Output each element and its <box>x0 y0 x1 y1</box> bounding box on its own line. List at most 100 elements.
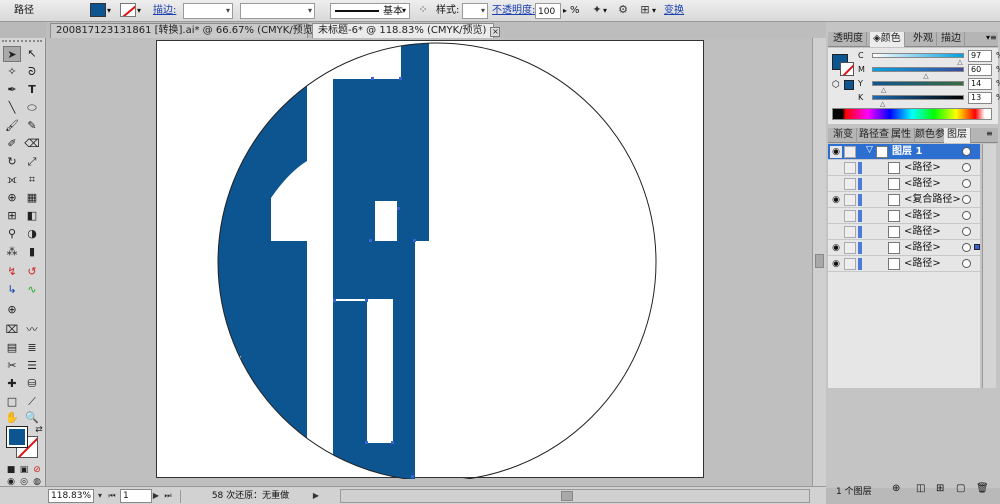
line-tool-icon[interactable]: ╲ <box>3 100 21 116</box>
horizontal-scrollbar[interactable] <box>340 489 810 503</box>
blend-tool-icon[interactable]: ◑ <box>23 226 41 242</box>
brush-profile-box[interactable]: 基本 <box>330 3 410 19</box>
a-left-stem-path[interactable] <box>241 41 271 479</box>
lock-toggle[interactable] <box>844 226 856 238</box>
clipping-mask-icon[interactable]: ◫ <box>916 483 925 494</box>
stroke-none-swatch[interactable] <box>120 3 136 17</box>
tab-layers[interactable]: 图层 <box>944 128 971 143</box>
list-tool-icon[interactable]: ☰ <box>23 358 41 374</box>
close-icon[interactable]: × <box>490 27 501 37</box>
target-icon[interactable] <box>962 259 971 268</box>
crosshair-tool-icon[interactable]: ⊕ <box>3 302 21 318</box>
layers-scrollbar[interactable] <box>982 144 996 388</box>
eyedropper-tool-icon[interactable]: ⚲ <box>3 226 21 242</box>
eye-icon[interactable]: ◉ <box>830 146 842 158</box>
mesh-tool-icon[interactable]: ⊞ <box>3 208 21 224</box>
s-path[interactable] <box>333 41 429 479</box>
target-icon[interactable] <box>962 227 971 236</box>
opacity-dropdown-arrow-icon[interactable]: ▸ <box>563 3 567 19</box>
sublayer-row[interactable]: ◉ <复合路径> <box>828 192 980 208</box>
rotate-tool-icon[interactable]: ↻ <box>3 154 21 170</box>
magic-wand-tool-icon[interactable]: ✧ <box>3 64 21 80</box>
brush-dropdown-arrow-icon[interactable]: ▾ <box>402 3 406 19</box>
status-menu-arrow-icon[interactable]: ▶ <box>310 489 322 503</box>
blob-brush-tool-icon[interactable]: ✐ <box>3 136 21 152</box>
selection-indicator[interactable] <box>974 244 980 250</box>
measure-tool-icon[interactable]: ✚ <box>3 376 21 392</box>
eye-icon[interactable] <box>830 178 842 190</box>
color-spectrum-bar[interactable] <box>832 108 992 120</box>
eye-icon[interactable] <box>830 162 842 174</box>
horizontal-scroll-thumb[interactable] <box>561 491 573 501</box>
lock-toggle[interactable] <box>844 242 856 254</box>
slider-thumb-icon[interactable]: △ <box>923 73 928 80</box>
type-tool-icon[interactable]: T <box>23 82 41 98</box>
recolor-dropdown-arrow-icon[interactable]: ▾ <box>603 3 607 19</box>
black-slider[interactable] <box>872 95 964 100</box>
cyan-slider[interactable] <box>872 53 964 58</box>
style-dropdown[interactable] <box>462 3 488 19</box>
lock-toggle[interactable] <box>844 146 856 158</box>
sublayer-name[interactable]: <路径> <box>904 177 941 191</box>
stroke-dropdown-arrow-icon[interactable]: ▾ <box>137 3 141 19</box>
artboard[interactable] <box>156 40 705 479</box>
next-artboard-icon[interactable]: ▶ <box>150 489 162 503</box>
paint-bucket-tool-icon[interactable]: ⛁ <box>23 376 41 392</box>
tab-attributes[interactable]: 属性 <box>888 128 915 143</box>
tab-transparency[interactable]: 透明度 <box>830 32 867 47</box>
lock-toggle[interactable] <box>844 178 856 190</box>
target-icon[interactable] <box>962 243 971 252</box>
scissors-tool-icon[interactable]: ✂ <box>3 358 21 374</box>
slider-thumb-icon[interactable]: △ <box>957 59 962 66</box>
delete-layer-icon[interactable]: 🗑 <box>976 483 989 494</box>
magenta-value-input[interactable]: 60 <box>968 64 992 76</box>
black-value-input[interactable]: 13 <box>968 92 992 104</box>
sublayer-name[interactable]: <路径> <box>904 257 941 271</box>
layer-target-icon[interactable] <box>962 147 971 156</box>
stroke-weight-dropdown[interactable] <box>183 3 233 19</box>
tab-gradient[interactable]: 渐变 <box>830 128 857 143</box>
sublayer-name[interactable]: <路径> <box>904 225 941 239</box>
sublayer-row[interactable]: <路径> <box>828 208 980 224</box>
cube-icon[interactable]: ⬡ <box>832 80 840 90</box>
align-tool-icon[interactable]: ≣ <box>23 340 41 356</box>
brush-options-icon[interactable]: ⁘ <box>416 3 430 17</box>
tab-stroke[interactable]: 描边 <box>938 32 965 47</box>
vertical-scrollbar[interactable] <box>812 38 826 486</box>
free-transform-tool-icon[interactable]: ⌗ <box>23 172 41 188</box>
artwork[interactable] <box>157 41 705 479</box>
gamut-swatch[interactable] <box>844 80 854 90</box>
recolor-artwork-icon[interactable]: ✦ <box>590 3 604 17</box>
gradient-tool-icon[interactable]: ◧ <box>23 208 41 224</box>
new-layer-icon[interactable]: ▢ <box>956 483 965 494</box>
tab-document-2[interactable]: 未标题-6* @ 118.83% (CMYK/预览) × <box>312 23 501 38</box>
slider-thumb-icon[interactable]: △ <box>881 87 886 94</box>
monogram-as[interactable] <box>212 41 429 479</box>
slider-thumb-icon[interactable]: △ <box>880 101 885 108</box>
fill-color-swatch[interactable] <box>90 3 106 17</box>
ellipse-tool-icon[interactable]: ⬭ <box>23 100 41 116</box>
symbol-sprayer-tool-icon[interactable]: ⁂ <box>3 244 21 260</box>
paintbrush-tool-icon[interactable]: 🖌 <box>3 118 21 134</box>
hand-tool-icon[interactable]: ✋ <box>3 410 21 426</box>
shape-builder-tool-icon[interactable]: ⊕ <box>3 190 21 206</box>
lock-toggle[interactable] <box>844 162 856 174</box>
warp-tool-icon[interactable]: 〰 <box>23 322 41 338</box>
layer-name[interactable]: 图层 1 <box>892 145 922 159</box>
sublayer-row[interactable]: ◉ <路径> <box>828 256 980 272</box>
target-icon[interactable] <box>962 179 971 188</box>
lasso-tool-icon[interactable]: ᘐ <box>23 64 41 80</box>
tab-color[interactable]: ◈颜色 <box>870 32 905 47</box>
perspective-grid-tool-icon[interactable]: ▦ <box>23 190 41 206</box>
transform-panel-link[interactable]: 变换 <box>664 3 684 19</box>
wave-tool-icon[interactable]: ∿ <box>23 282 41 298</box>
eye-icon[interactable] <box>830 210 842 222</box>
stroke-panel-link[interactable]: 描边: <box>153 3 176 19</box>
opacity-panel-link[interactable]: 不透明度: <box>492 3 535 19</box>
pencil-tool-icon[interactable]: ✎ <box>23 118 41 134</box>
reference-point-icon[interactable]: ⊞ <box>638 3 652 17</box>
lock-toggle[interactable] <box>844 258 856 270</box>
width-tool-icon[interactable]: ⟗ <box>3 172 21 188</box>
tab-document-1[interactable]: 20081712313186​1 [转换].ai* @ 66.67% (CMYK… <box>50 23 331 38</box>
lock-toggle[interactable] <box>844 210 856 222</box>
